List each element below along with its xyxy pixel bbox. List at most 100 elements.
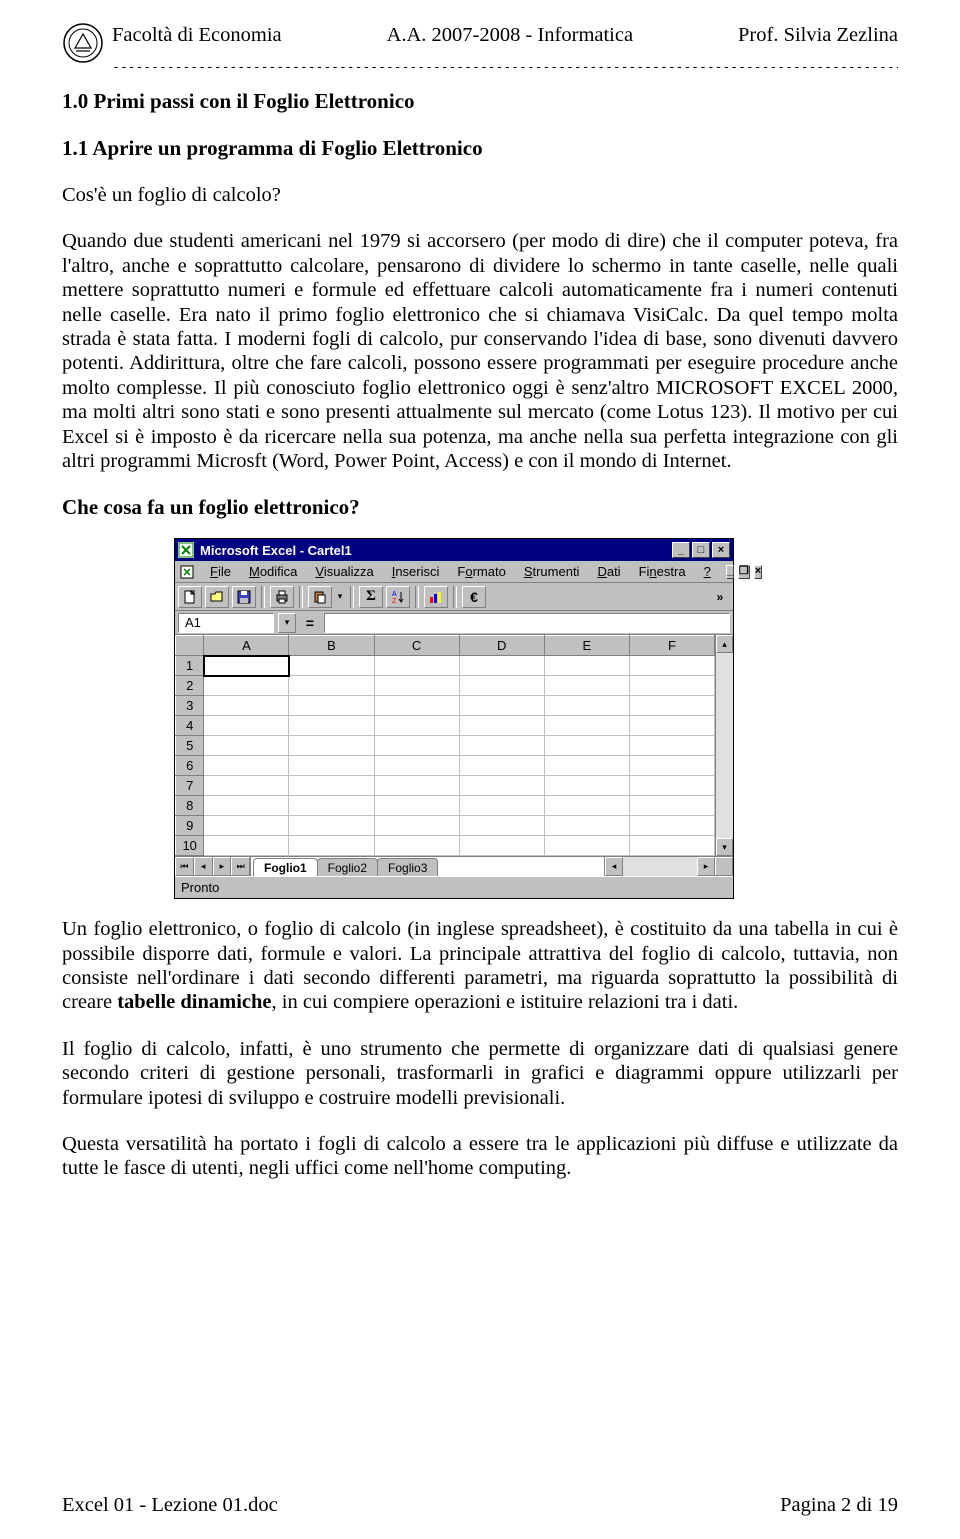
save-icon[interactable] xyxy=(232,586,256,608)
cell[interactable] xyxy=(204,796,289,816)
cell[interactable] xyxy=(544,716,629,736)
doc-minimize-button[interactable]: _ xyxy=(726,565,734,579)
row-header[interactable]: 7 xyxy=(176,776,204,796)
col-header-b[interactable]: B xyxy=(289,636,374,656)
sheet-first-icon[interactable]: ⏮ xyxy=(175,857,194,876)
col-header-f[interactable]: F xyxy=(629,636,714,656)
menu-finestra[interactable]: Finestra xyxy=(632,562,693,581)
col-header-a[interactable]: A xyxy=(204,636,289,656)
minimize-button[interactable]: _ xyxy=(672,542,690,558)
menu-formato[interactable]: Formato xyxy=(450,562,512,581)
name-box[interactable]: A1 xyxy=(178,613,274,633)
paste-icon[interactable] xyxy=(308,586,332,608)
cell[interactable] xyxy=(374,796,459,816)
row-header[interactable]: 8 xyxy=(176,796,204,816)
scroll-right-icon[interactable]: ▸ xyxy=(697,857,715,876)
menu-visualizza[interactable]: Visualizza xyxy=(308,562,380,581)
cell[interactable] xyxy=(459,696,544,716)
cell[interactable] xyxy=(459,796,544,816)
cell[interactable] xyxy=(289,756,374,776)
cell[interactable] xyxy=(289,716,374,736)
row-header[interactable]: 9 xyxy=(176,816,204,836)
open-file-icon[interactable] xyxy=(205,586,229,608)
cell[interactable] xyxy=(629,796,714,816)
cell[interactable] xyxy=(204,756,289,776)
cell[interactable] xyxy=(204,836,289,856)
vertical-scrollbar[interactable]: ▴ ▾ xyxy=(715,635,733,856)
cell[interactable] xyxy=(374,696,459,716)
cell[interactable] xyxy=(544,776,629,796)
cell[interactable] xyxy=(544,796,629,816)
chart-wizard-icon[interactable] xyxy=(424,586,448,608)
cell[interactable] xyxy=(289,676,374,696)
formula-equals-icon[interactable]: = xyxy=(300,613,320,633)
cell[interactable] xyxy=(544,836,629,856)
cell[interactable] xyxy=(544,736,629,756)
row-header[interactable]: 4 xyxy=(176,716,204,736)
sheet-tab-foglio2[interactable]: Foglio2 xyxy=(317,858,378,876)
col-header-c[interactable]: C xyxy=(374,636,459,656)
cell[interactable] xyxy=(289,816,374,836)
cell[interactable] xyxy=(629,756,714,776)
cell[interactable] xyxy=(544,696,629,716)
close-button[interactable]: × xyxy=(712,542,730,558)
scroll-left-icon[interactable]: ◂ xyxy=(605,857,623,876)
sheet-next-icon[interactable]: ▸ xyxy=(213,857,232,876)
cell[interactable] xyxy=(289,736,374,756)
cell[interactable] xyxy=(544,676,629,696)
cell[interactable] xyxy=(459,776,544,796)
cell[interactable] xyxy=(629,696,714,716)
new-file-icon[interactable] xyxy=(178,586,202,608)
scroll-down-icon[interactable]: ▾ xyxy=(716,838,733,856)
select-all-corner[interactable] xyxy=(176,636,204,656)
cell[interactable] xyxy=(374,776,459,796)
cell[interactable] xyxy=(544,656,629,676)
cell[interactable] xyxy=(204,816,289,836)
cell[interactable] xyxy=(544,816,629,836)
cell[interactable] xyxy=(459,656,544,676)
row-header[interactable]: 5 xyxy=(176,736,204,756)
cell[interactable] xyxy=(459,716,544,736)
sheet-tab-foglio3[interactable]: Foglio3 xyxy=(377,858,438,876)
cell[interactable] xyxy=(374,676,459,696)
doc-restore-button[interactable]: ❐ xyxy=(738,565,750,579)
cell[interactable] xyxy=(374,836,459,856)
scroll-up-icon[interactable]: ▴ xyxy=(716,635,733,653)
cell[interactable] xyxy=(629,776,714,796)
cell[interactable] xyxy=(374,756,459,776)
cell[interactable] xyxy=(629,736,714,756)
cell[interactable] xyxy=(629,716,714,736)
cell[interactable] xyxy=(374,656,459,676)
cell[interactable] xyxy=(544,756,629,776)
sheet-last-icon[interactable]: ⏭ xyxy=(231,857,250,876)
cell[interactable] xyxy=(204,716,289,736)
cell[interactable] xyxy=(459,816,544,836)
cell[interactable] xyxy=(459,756,544,776)
sheet-tab-foglio1[interactable]: Foglio1 xyxy=(253,858,318,876)
cell[interactable] xyxy=(289,696,374,716)
cell[interactable] xyxy=(289,796,374,816)
cell[interactable] xyxy=(204,776,289,796)
menu-help[interactable]: ? xyxy=(697,562,718,581)
row-header[interactable]: 10 xyxy=(176,836,204,856)
sheet-prev-icon[interactable]: ◂ xyxy=(194,857,213,876)
euro-icon[interactable]: € xyxy=(462,586,486,608)
cell[interactable] xyxy=(374,736,459,756)
cell[interactable] xyxy=(629,816,714,836)
menu-inserisci[interactable]: Inserisci xyxy=(385,562,447,581)
formula-input[interactable] xyxy=(324,613,730,633)
maximize-button[interactable]: □ xyxy=(692,542,710,558)
doc-close-button[interactable]: × xyxy=(754,565,762,579)
cell[interactable] xyxy=(629,836,714,856)
row-header[interactable]: 1 xyxy=(176,656,204,676)
col-header-e[interactable]: E xyxy=(544,636,629,656)
cell[interactable] xyxy=(459,676,544,696)
menu-strumenti[interactable]: Strumenti xyxy=(517,562,587,581)
row-header[interactable]: 3 xyxy=(176,696,204,716)
menu-modifica[interactable]: Modifica xyxy=(242,562,304,581)
cell[interactable] xyxy=(204,676,289,696)
autosum-icon[interactable]: Σ xyxy=(359,586,383,608)
cell[interactable] xyxy=(374,716,459,736)
cell[interactable] xyxy=(629,676,714,696)
toolbar-overflow-icon[interactable]: » xyxy=(710,586,730,608)
